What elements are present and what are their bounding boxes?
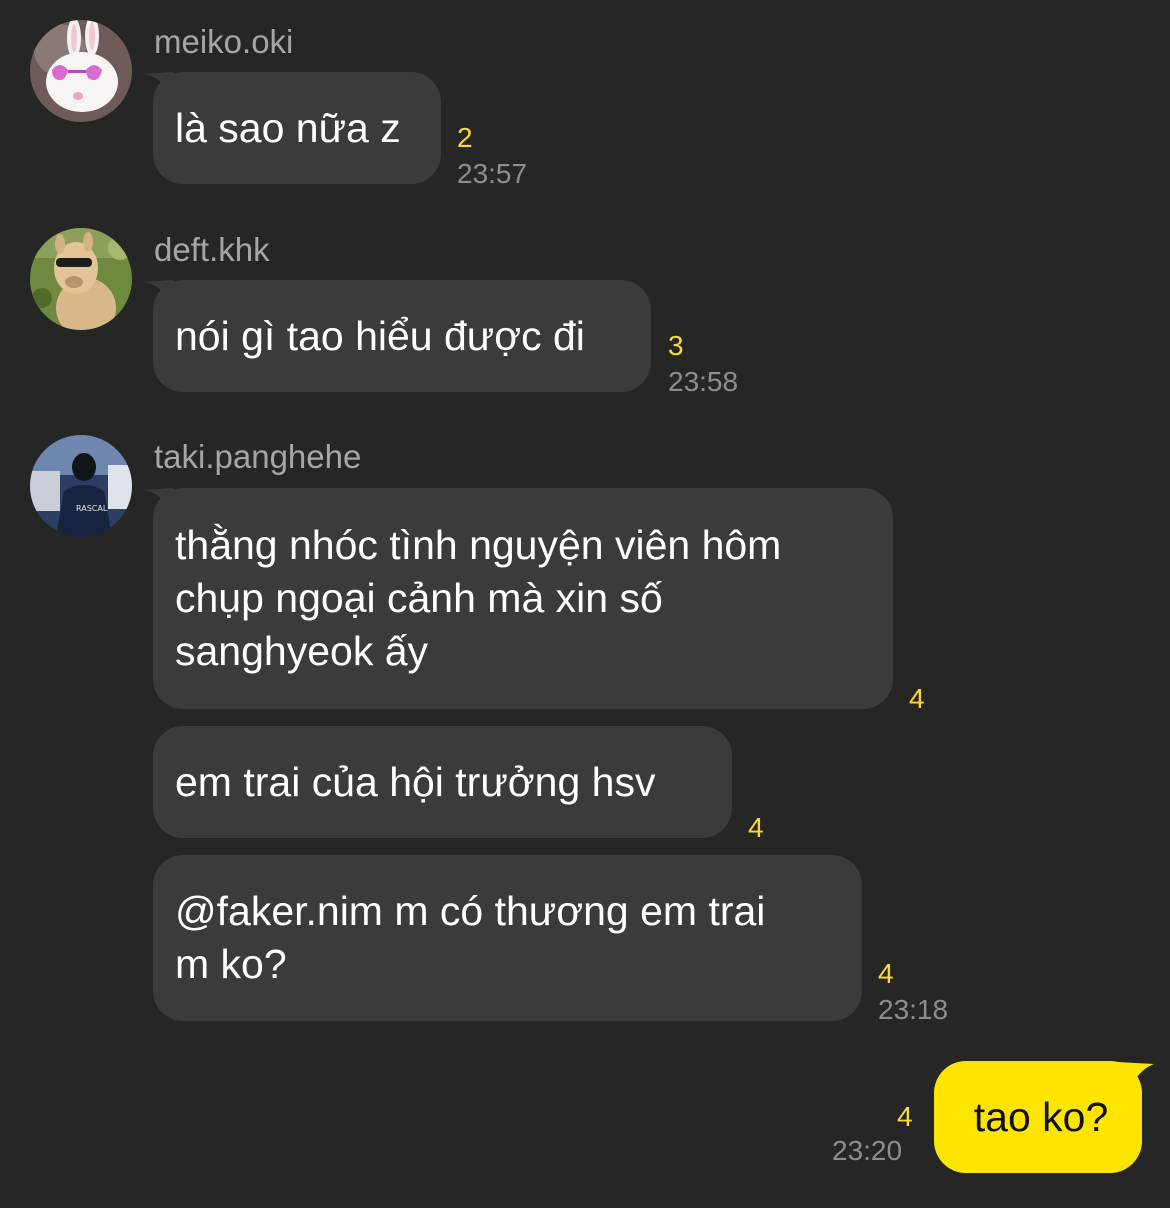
message-text: @faker.nim m có thương em trai m ko? bbox=[175, 888, 766, 987]
message-text: thằng nhóc tình nguyện viên hôm chụp ngo… bbox=[175, 522, 782, 674]
unread-count: 4 bbox=[897, 1101, 913, 1132]
avatar-meiko-oki[interactable] bbox=[30, 20, 132, 122]
message-bubble[interactable]: thằng nhóc tình nguyện viên hôm chụp ngo… bbox=[153, 488, 893, 709]
message-bubble[interactable]: @faker.nim m có thương em trai m ko? bbox=[153, 855, 862, 1021]
sender-name: meiko.oki bbox=[154, 23, 294, 60]
message-text: là sao nữa z bbox=[175, 104, 401, 151]
message-text: nói gì tao hiểu được đi bbox=[175, 312, 585, 359]
message-text: em trai của hội trưởng hsv bbox=[175, 758, 656, 805]
unread-count: 4 bbox=[878, 958, 894, 989]
avatar-taki-panghehe[interactable]: RASCAL bbox=[30, 435, 132, 537]
bunny-sunglasses-avatar-icon bbox=[30, 20, 132, 122]
unread-count: 4 bbox=[909, 683, 925, 714]
message-bubble[interactable]: nói gì tao hiểu được đi bbox=[153, 280, 651, 392]
message-time: 23:57 bbox=[457, 158, 528, 189]
alpaca-sunglasses-avatar-icon bbox=[30, 228, 132, 330]
message-time: 23:58 bbox=[668, 366, 739, 397]
sender-name: deft.khk bbox=[154, 231, 270, 268]
unread-count: 3 bbox=[668, 330, 684, 361]
my-message-bubble[interactable]: tao ko? bbox=[934, 1061, 1142, 1173]
sender-name: taki.panghehe bbox=[154, 438, 362, 475]
person-in-rascal-jacket-avatar-icon: RASCAL bbox=[30, 435, 132, 537]
unread-count: 4 bbox=[748, 812, 764, 843]
my-message-text: tao ko? bbox=[973, 1093, 1109, 1140]
message-bubble[interactable]: em trai của hội trưởng hsv bbox=[153, 726, 732, 838]
avatar-deft-khk[interactable] bbox=[30, 228, 132, 330]
message-bubble[interactable]: là sao nữa z bbox=[153, 72, 441, 184]
jacket-text: RASCAL bbox=[76, 504, 108, 513]
message-time: 23:18 bbox=[878, 994, 949, 1025]
unread-count: 2 bbox=[457, 122, 473, 153]
message-time: 23:20 bbox=[832, 1135, 903, 1166]
